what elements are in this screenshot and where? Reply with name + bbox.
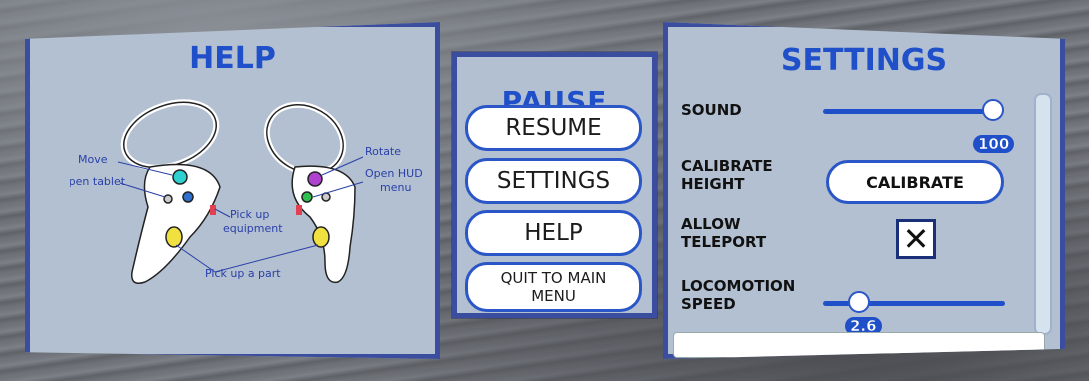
locomotion-label-line2: SPEED <box>681 295 736 313</box>
pick-up-equipment-label-line2: equipment <box>223 222 283 235</box>
allow-teleport-checkbox[interactable]: ✕ <box>896 219 936 259</box>
locomotion-slider-handle[interactable] <box>848 291 871 313</box>
resume-button[interactable]: RESUME <box>465 105 642 151</box>
pick-up-part-label: Pick up a part <box>205 267 281 280</box>
sound-value: 100 <box>973 135 1015 153</box>
teleport-label-line2: TELEPORT <box>681 233 767 251</box>
locomotion-label-line1: LOCOMOTION <box>681 277 796 295</box>
right-controller-image <box>263 101 356 284</box>
sound-slider-handle[interactable] <box>982 99 1004 121</box>
pause-panel: PAUSE RESUME SETTINGS HELP QUIT TO MAIN … <box>452 52 657 318</box>
allow-teleport-label: ALLOW TELEPORT <box>681 215 766 251</box>
controller-diagram: Move Open tablet Pick up equipment Pick … <box>70 99 423 284</box>
calibrate-button[interactable]: CALIBRATE <box>826 160 1004 204</box>
sound-slider-track[interactable] <box>823 109 993 114</box>
settings-title: SETTINGS <box>780 43 948 78</box>
rotate-label: Rotate <box>365 145 401 158</box>
settings-button[interactable]: SETTINGS <box>465 158 642 204</box>
calibrate-height-label: CALIBRATE HEIGHT <box>681 157 773 193</box>
open-tablet-label: Open tablet <box>70 175 126 188</box>
help-button[interactable]: HELP <box>465 210 642 256</box>
open-hud-label-line1: Open HUD <box>365 167 423 180</box>
help-title: HELP <box>189 41 276 76</box>
pick-up-equipment-label-line1: Pick up <box>230 208 269 221</box>
sound-label: SOUND <box>681 101 742 119</box>
settings-panel: SETTINGS SOUND 100 CALIBRATE HEIGHT CALI… <box>663 22 1065 359</box>
locomotion-speed-label: LOCOMOTION SPEED <box>681 277 795 313</box>
settings-scrollbar[interactable] <box>1034 93 1052 335</box>
move-label: Move <box>78 153 108 166</box>
open-hud-label-line2: menu <box>380 181 411 194</box>
calibrate-label-line1: CALIBRATE <box>681 157 773 175</box>
quit-to-main-menu-button[interactable]: QUIT TO MAIN MENU <box>465 262 642 312</box>
quit-label-line2: MENU <box>531 287 576 305</box>
help-panel: HELP Move pen tablet Pick up equipment P… <box>25 22 440 359</box>
teleport-label-line1: ALLOW <box>681 215 741 233</box>
settings-bottom-field <box>673 332 1045 358</box>
quit-label-line1: QUIT TO MAIN <box>500 269 607 287</box>
calibrate-label-line2: HEIGHT <box>681 175 745 193</box>
